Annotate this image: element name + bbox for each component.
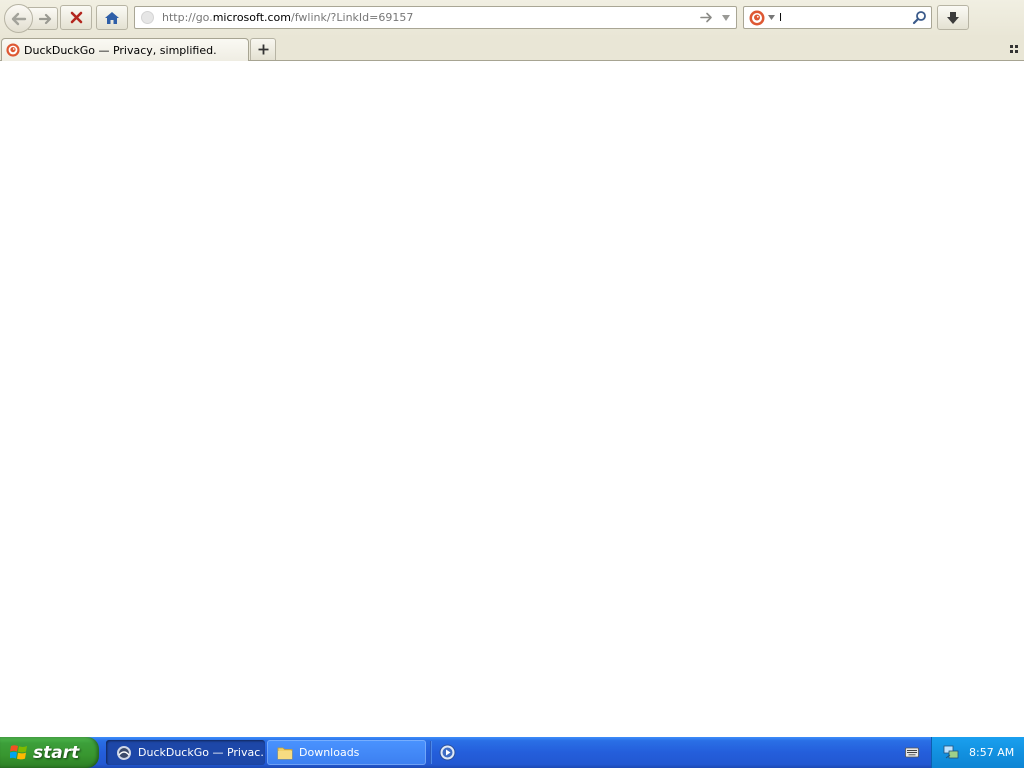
task-label: DuckDuckGo — Privac…	[138, 746, 265, 759]
tab-strip: DuckDuckGo — Privacy, simplified.	[0, 37, 1024, 61]
duckduckgo-engine-icon[interactable]	[749, 10, 765, 26]
search-bar[interactable]	[743, 6, 932, 29]
download-arrow-icon	[947, 11, 959, 24]
site-identity-icon[interactable]	[141, 11, 154, 24]
list-all-tabs-icon[interactable]	[1008, 44, 1020, 54]
task-label: Downloads	[299, 746, 360, 759]
language-keyboard-icon[interactable]	[905, 746, 919, 758]
history-dropdown-icon[interactable]	[721, 14, 731, 22]
url-text[interactable]: http://go.microsoft.com/fwlink/?LinkId=6…	[162, 11, 413, 24]
downloads-button[interactable]	[937, 5, 969, 30]
tab-duckduckgo[interactable]: DuckDuckGo — Privacy, simplified.	[1, 38, 249, 61]
new-tab-button[interactable]	[250, 38, 276, 60]
forward-arrow-icon	[39, 13, 52, 24]
go-arrow-icon[interactable]	[700, 11, 714, 24]
quick-launch-separator	[430, 741, 432, 764]
navigation-toolbar: http://go.microsoft.com/fwlink/?LinkId=6…	[0, 0, 1024, 37]
address-bar[interactable]: http://go.microsoft.com/fwlink/?LinkId=6…	[134, 6, 737, 29]
taskbar-item-duckduckgo[interactable]: DuckDuckGo — Privac…	[106, 740, 265, 765]
back-button[interactable]	[4, 4, 33, 33]
duckduckgo-favicon-icon	[6, 43, 20, 57]
back-arrow-icon	[11, 12, 26, 25]
page-content[interactable]	[0, 61, 1024, 737]
home-button[interactable]	[96, 5, 128, 30]
engine-dropdown-icon[interactable]	[768, 15, 775, 20]
system-tray: 8:57 AM	[931, 737, 1024, 768]
plus-icon	[258, 44, 268, 55]
taskbar: start DuckDuckGo — Privac… Downloads 8:5…	[0, 737, 1024, 768]
taskbar-item-downloads[interactable]: Downloads	[267, 740, 426, 765]
windows-logo-icon	[10, 745, 27, 760]
tab-title: DuckDuckGo — Privacy, simplified.	[24, 43, 217, 57]
home-icon	[105, 11, 119, 24]
folder-icon	[277, 747, 293, 759]
start-button[interactable]: start	[0, 737, 99, 768]
search-input[interactable]	[779, 9, 899, 26]
clock[interactable]: 8:57 AM	[969, 746, 1014, 759]
media-player-icon[interactable]	[439, 744, 456, 761]
url-suffix: /fwlink/?LinkId=69157	[291, 11, 414, 24]
url-host: microsoft.com	[212, 11, 291, 24]
url-prefix: http://go.	[162, 11, 213, 24]
stop-x-icon	[70, 11, 82, 24]
browser-window-icon	[117, 745, 131, 760]
network-icon[interactable]	[943, 745, 959, 760]
search-icon[interactable]	[912, 10, 927, 25]
stop-button[interactable]	[60, 5, 92, 30]
back-forward-group	[4, 4, 58, 33]
start-label: start	[33, 742, 80, 763]
